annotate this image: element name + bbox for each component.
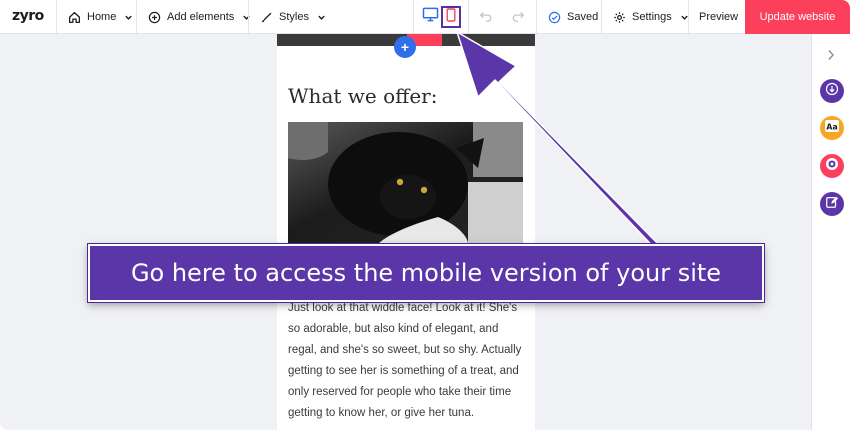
divider — [248, 0, 249, 34]
add-section-button[interactable]: + — [394, 36, 416, 58]
home-icon — [68, 11, 81, 24]
chevron-down-icon — [317, 13, 326, 22]
top-toolbar: zyro Home Add elements Styles Saved Sett… — [0, 0, 850, 34]
edit-icon — [825, 195, 839, 214]
body-paragraph[interactable]: Just look at that widdle face! Look at i… — [288, 298, 528, 424]
check-circle-icon — [548, 11, 561, 24]
update-website-button[interactable]: Update website — [745, 0, 850, 34]
chevron-down-icon — [242, 13, 251, 22]
undo-icon[interactable] — [479, 9, 493, 28]
divider — [688, 0, 689, 34]
saved-status: Saved — [548, 0, 598, 34]
editor-window: zyro Home Add elements Styles Saved Sett… — [0, 0, 850, 430]
desktop-icon — [422, 7, 439, 27]
section-title[interactable]: What we offer: — [288, 84, 437, 108]
divider — [56, 0, 57, 34]
gear-icon — [613, 11, 626, 24]
divider — [413, 0, 414, 34]
brush-icon — [260, 11, 273, 24]
visibility-button[interactable] — [820, 154, 844, 178]
typography-icon: Aa — [824, 119, 840, 138]
settings-menu[interactable]: Settings — [613, 0, 689, 34]
add-elements-menu[interactable]: Add elements — [148, 0, 251, 34]
eye-icon — [824, 156, 840, 177]
typography-button[interactable]: Aa — [820, 116, 844, 140]
preview-button[interactable]: Preview — [699, 0, 738, 34]
edit-button[interactable] — [820, 192, 844, 216]
divider — [536, 0, 537, 34]
divider — [468, 0, 469, 34]
preview-label: Preview — [699, 11, 739, 23]
annotation-callout: Go here to access the mobile version of … — [88, 244, 764, 302]
divider — [601, 0, 602, 34]
zyro-logo[interactable]: zyro — [12, 8, 44, 24]
divider — [136, 0, 137, 34]
styles-label: Styles — [279, 11, 309, 23]
callout-text: Go here to access the mobile version of … — [130, 259, 722, 287]
plus-circle-icon — [148, 11, 161, 24]
download-icon — [825, 82, 839, 101]
svg-text:Aa: Aa — [826, 122, 838, 131]
mobile-view-button[interactable] — [441, 6, 461, 28]
chevron-right-icon[interactable] — [827, 48, 835, 66]
home-menu[interactable]: Home — [68, 0, 133, 34]
redo-icon[interactable] — [511, 9, 525, 28]
cat-photo[interactable] — [288, 122, 523, 244]
settings-label: Settings — [632, 11, 672, 23]
home-label: Home — [87, 11, 117, 23]
mobile-icon — [446, 7, 456, 27]
desktop-view-button[interactable] — [420, 6, 440, 28]
page-canvas: What we offer: Just look at that widdle … — [277, 34, 535, 430]
right-rail: Aa — [811, 34, 850, 430]
add-elements-label: Add elements — [167, 11, 235, 23]
download-button[interactable] — [820, 79, 844, 103]
saved-label: Saved — [567, 11, 599, 23]
chevron-down-icon — [124, 13, 133, 22]
styles-menu[interactable]: Styles — [260, 0, 326, 34]
